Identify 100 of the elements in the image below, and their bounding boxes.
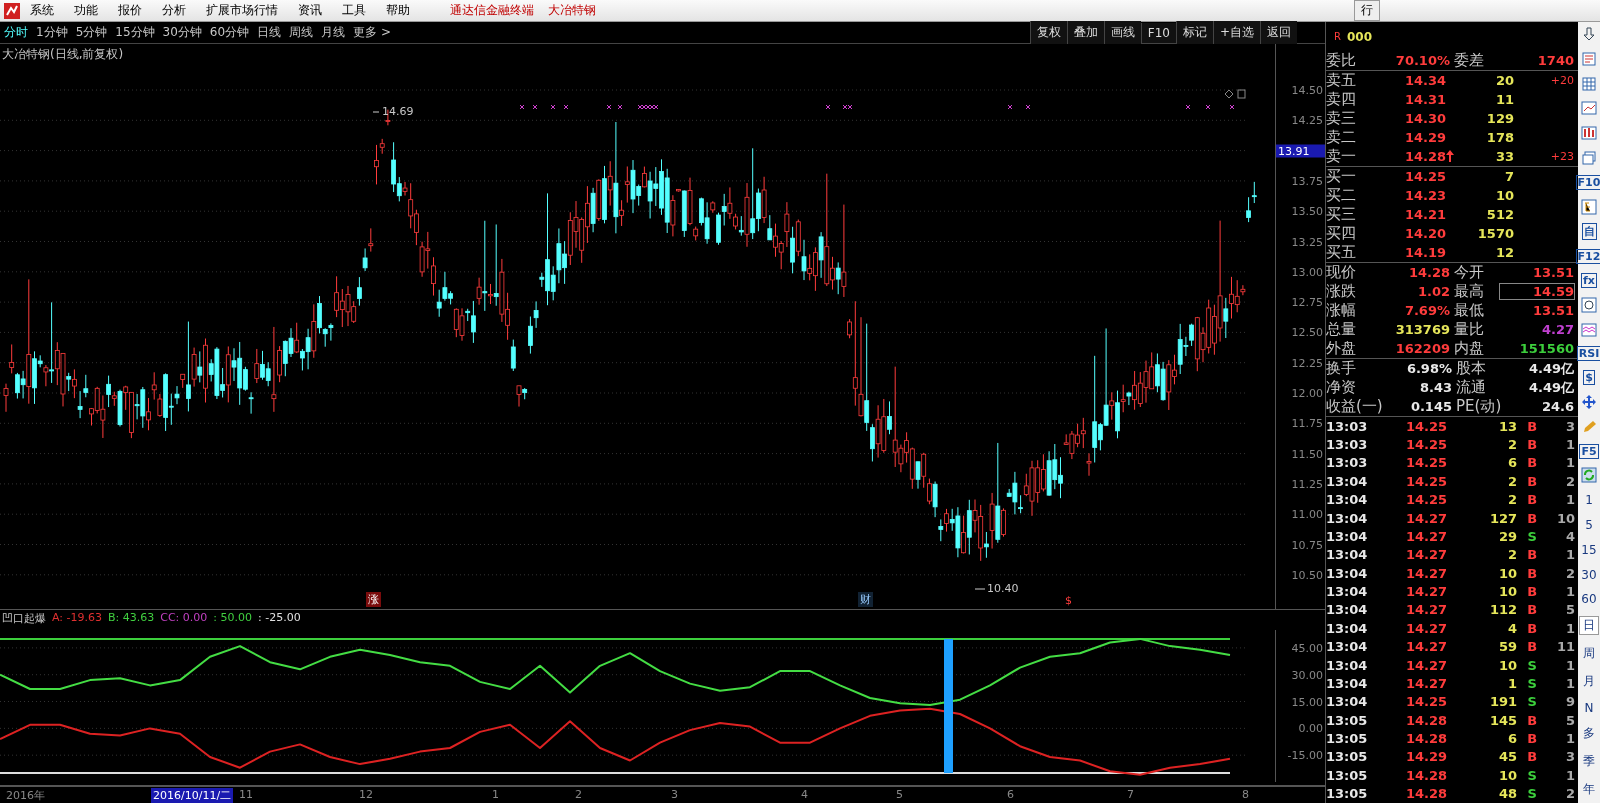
toolbar-button[interactable]: 画线	[1103, 21, 1141, 44]
period-tab[interactable]: 更多 >	[353, 24, 391, 41]
trade-price: 14.28	[1405, 786, 1448, 802]
order-price: 14.29	[1403, 130, 1446, 145]
tool-label-button[interactable]: fx	[1581, 272, 1597, 288]
move-icon[interactable]	[1581, 393, 1597, 410]
period-tab[interactable]: 分时	[4, 24, 28, 41]
period-tab[interactable]: 日线	[257, 24, 282, 41]
trade-price: 14.27	[1405, 584, 1448, 600]
trade-price: 14.27	[1405, 547, 1448, 563]
high-price-label: 14.69	[382, 105, 414, 118]
date-axis-label: 3	[670, 788, 679, 801]
period-tab[interactable]: 15分钟	[115, 24, 155, 41]
trade-count: 1	[1565, 620, 1576, 636]
price-axis-label: 14.50	[1291, 83, 1323, 97]
trade-price: 14.27	[1405, 565, 1448, 581]
quote-label: 涨幅	[1326, 301, 1357, 320]
wave-icon[interactable]	[1581, 321, 1597, 338]
diamond-icon[interactable]	[1224, 89, 1234, 99]
order-level-label: 卖二	[1326, 128, 1357, 147]
order-price: 14.20	[1403, 226, 1446, 241]
event-marker[interactable]: 财	[858, 592, 873, 607]
order-level-label: 卖四	[1326, 90, 1357, 109]
trade-count: 5	[1565, 602, 1576, 618]
quote-label: 股本	[1455, 359, 1487, 378]
menu-item[interactable]: 工具	[342, 2, 366, 19]
toolbar-button[interactable]: 标记	[1175, 21, 1213, 44]
period-button[interactable]: 1	[1581, 492, 1597, 509]
trade-time: 13:04	[1326, 639, 1369, 655]
down-arrow-icon[interactable]	[1581, 26, 1597, 42]
date-axis-label: 1	[491, 788, 500, 801]
menu-item[interactable]: 帮助	[386, 2, 410, 19]
order-volume: 129	[1485, 111, 1514, 126]
tool-label-button[interactable]: $	[1583, 370, 1595, 386]
square-icon[interactable]	[1237, 89, 1246, 99]
period-button[interactable]: 30	[1577, 566, 1600, 583]
indicator-legend-value: A: -19.63	[52, 611, 102, 626]
trade-price: 14.28	[1405, 767, 1448, 783]
period-tab[interactable]: 周线	[289, 24, 314, 41]
trade-count: 2	[1565, 473, 1576, 489]
quote-label: 量比	[1453, 320, 1485, 339]
tool-label-button[interactable]: F5	[1579, 443, 1599, 459]
price-axis-label: 12.25	[1291, 356, 1323, 370]
menu-item[interactable]: 功能	[74, 2, 98, 19]
period-button[interactable]: 周	[1579, 643, 1599, 663]
period-button[interactable]: 5	[1581, 516, 1597, 533]
menu-item[interactable]: 资讯	[298, 2, 322, 19]
tool-label-button[interactable]: 自	[1581, 223, 1597, 241]
period-button[interactable]: 月	[1579, 671, 1599, 691]
toolbar-button[interactable]: 复权	[1029, 21, 1067, 44]
menu-item[interactable]: 报价	[118, 2, 142, 19]
menu-item[interactable]: 分析	[162, 2, 186, 19]
period-button[interactable]: N	[1580, 699, 1598, 716]
period-button[interactable]: 季	[1579, 752, 1599, 772]
event-marker[interactable]: 涨	[366, 592, 381, 607]
tool-label-button[interactable]: F10	[1575, 174, 1600, 190]
quote-label: 最高	[1453, 282, 1485, 301]
menu-item[interactable]: 系统	[30, 2, 54, 19]
period-tab[interactable]: 月线	[321, 24, 346, 41]
tool-label-button[interactable]: RSI	[1576, 346, 1600, 362]
toolbar-button[interactable]: 叠加	[1066, 21, 1104, 44]
trade-volume: 2	[1507, 473, 1518, 489]
trade-side: B	[1526, 602, 1539, 618]
trade-volume: 2	[1507, 547, 1518, 563]
period-tab[interactable]: 60分钟	[209, 24, 250, 41]
trade-side: B	[1526, 492, 1539, 508]
indicator-axis-label: 30.00	[1291, 668, 1323, 682]
period-button[interactable]: 60	[1577, 591, 1600, 608]
toolbar-button[interactable]: +自选	[1212, 21, 1260, 44]
table-icon[interactable]	[1581, 75, 1597, 92]
app-logo[interactable]	[4, 2, 20, 19]
quote-label: 涨跌	[1326, 282, 1357, 301]
trade-price: 14.25	[1405, 437, 1448, 453]
trade-time: 13:05	[1326, 712, 1369, 728]
tool-label-button[interactable]: F12	[1575, 249, 1600, 265]
quote-value: 24.6	[1540, 399, 1574, 414]
trade-count: 1	[1565, 455, 1576, 471]
refresh-icon[interactable]	[1581, 467, 1597, 484]
period-tab[interactable]: 30分钟	[162, 24, 202, 41]
indicator-legend-value: : -25.00	[258, 611, 301, 626]
candlestick-icon[interactable]	[1581, 125, 1597, 142]
trade-side: B	[1526, 712, 1539, 728]
period-tab[interactable]: 1分钟	[36, 24, 68, 41]
menu-item[interactable]: 扩展市场行情	[206, 2, 278, 19]
period-button[interactable]: 年	[1579, 779, 1599, 799]
event-marker[interactable]: $	[1063, 594, 1074, 607]
trade-count: 1	[1565, 584, 1576, 600]
order-level-label: 买二	[1326, 186, 1357, 205]
toolbar-button[interactable]: F10	[1140, 22, 1176, 43]
indicator-axis-label: 0.00	[1298, 721, 1323, 735]
quote-tab[interactable]: 行	[1354, 0, 1380, 21]
trade-time: 13:05	[1326, 731, 1369, 747]
period-button[interactable]: 日	[1579, 616, 1599, 636]
toolbar-button[interactable]: 返回	[1260, 21, 1297, 44]
trade-volume: 10	[1498, 767, 1518, 783]
period-tab[interactable]: 5分钟	[75, 24, 108, 41]
line-chart-icon[interactable]	[1581, 100, 1597, 117]
period-button[interactable]: 15	[1577, 541, 1600, 558]
window-icon[interactable]	[1581, 150, 1597, 166]
period-button[interactable]: 多	[1579, 724, 1599, 744]
